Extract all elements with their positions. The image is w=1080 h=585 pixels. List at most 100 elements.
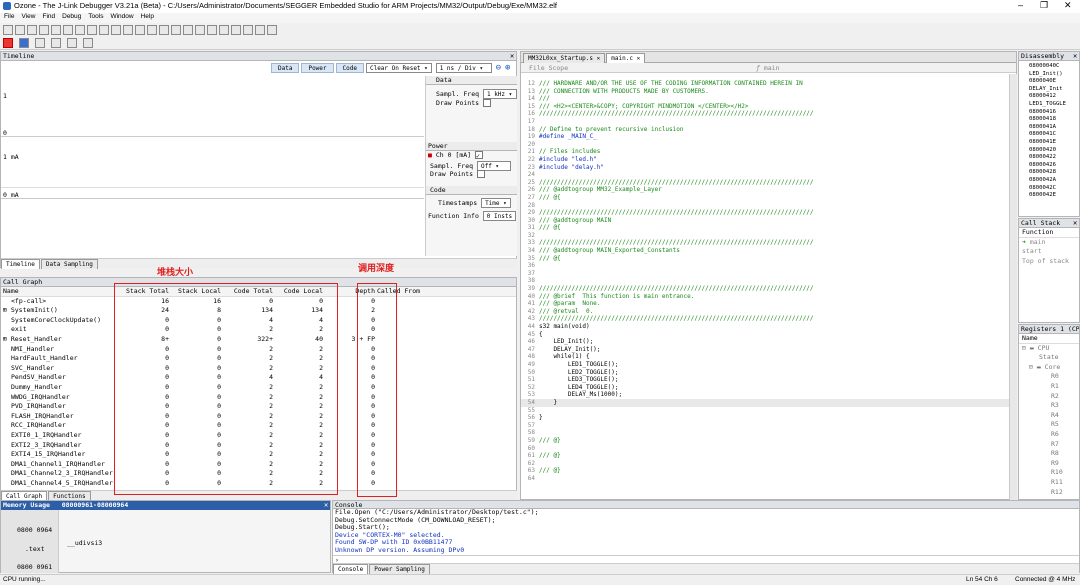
settings-icon[interactable] (267, 25, 277, 35)
tab-startup-file[interactable]: MM32L0xx_Startup.s ✕ (523, 53, 606, 63)
source-icon[interactable] (207, 25, 217, 35)
disassembly-line[interactable]: 08000426 (1029, 162, 1079, 170)
code-button[interactable]: Code (335, 63, 364, 73)
code-line[interactable]: 43 //////////////////////////////////////… (521, 315, 1009, 323)
line-number[interactable]: 25 (521, 179, 535, 187)
register-group-core[interactable]: ⊟ ▬ Core (1019, 363, 1079, 373)
undo-icon[interactable] (75, 25, 85, 35)
disassembly-line[interactable]: LED1_TOGGLE (1029, 101, 1079, 109)
timestamps-select[interactable]: Time ▾ (481, 197, 512, 208)
disassembly-line[interactable]: 08000418 (1029, 116, 1079, 124)
line-number[interactable]: 33 (521, 239, 535, 247)
register-row[interactable]: R11 (1019, 478, 1079, 488)
code-line[interactable]: 61 /// @} (521, 452, 1009, 460)
line-number[interactable]: 26 (521, 186, 535, 194)
minimize-button[interactable]: – (1018, 0, 1023, 10)
code-line[interactable]: 29 //////////////////////////////////////… (521, 209, 1009, 217)
console-icon[interactable] (195, 25, 205, 35)
code-area[interactable]: 12 /// HARDWARE AND/OR THE USE OF THE COD… (521, 80, 1009, 482)
call-stack-top[interactable]: Top of stack (1019, 257, 1079, 267)
maximize-button[interactable]: ❐ (1040, 0, 1048, 11)
line-number[interactable]: 55 (521, 407, 535, 415)
code-line[interactable]: 20 (521, 141, 1009, 149)
code-line[interactable]: 14 /// (521, 95, 1009, 103)
watch-icon[interactable] (159, 25, 169, 35)
line-number[interactable]: 38 (521, 277, 535, 285)
code-line[interactable]: 27 /// @{ (521, 194, 1009, 202)
code-line[interactable]: 35 /// @{ (521, 255, 1009, 263)
code-line[interactable]: 17 (521, 118, 1009, 126)
file-scope-select[interactable]: File Scope (529, 64, 568, 72)
line-number[interactable]: 15 (521, 103, 535, 111)
register-group-state[interactable]: State (1019, 353, 1079, 363)
register-row[interactable]: R2 (1019, 392, 1079, 402)
menu-tools[interactable]: Tools (88, 13, 103, 20)
reset-icon[interactable] (34, 38, 45, 48)
code-line[interactable]: 15 /// <H2><CENTER>&COPY; COPYRIGHT MINDM… (521, 103, 1009, 111)
code-line[interactable]: 42 /// @retval 0. (521, 308, 1009, 316)
line-number[interactable]: 16 (521, 110, 535, 118)
disassembly-line[interactable]: 08000040C (1029, 63, 1079, 71)
find-icon[interactable] (99, 25, 109, 35)
line-number[interactable]: 41 (521, 300, 535, 308)
disasm-icon[interactable] (219, 25, 229, 35)
code-line[interactable]: 63 /// @} (521, 467, 1009, 475)
code-line[interactable]: 13 /// CONNECTION WITH PRODUCTS MADE BY C… (521, 88, 1009, 96)
zoom-select[interactable]: 1 ns / Div ▾ (435, 63, 492, 73)
data-points-checkbox[interactable] (482, 98, 491, 107)
disassembly-line[interactable]: 0800041C (1029, 131, 1079, 139)
code-line[interactable]: 60 (521, 445, 1009, 453)
disassembly-line[interactable]: 08000416 (1029, 109, 1079, 117)
memory-symbol[interactable]: __udivsi3 (67, 539, 102, 547)
code-line[interactable]: 59 /// @} (521, 437, 1009, 445)
line-number[interactable]: 64 (521, 475, 535, 483)
code-line[interactable]: 12 /// HARDWARE AND/OR THE USE OF THE COD… (521, 80, 1009, 88)
line-number[interactable]: 23 (521, 164, 535, 172)
code-line[interactable]: 55 (521, 407, 1009, 415)
line-number[interactable]: 19 (521, 133, 535, 141)
open-file-icon[interactable] (15, 25, 25, 35)
disassembly-line[interactable]: 0800041A (1029, 124, 1079, 132)
disassembly-line[interactable]: 0800040E (1029, 78, 1079, 86)
cut-icon[interactable] (39, 25, 49, 35)
code-line[interactable]: 47 DELAY_Init(); (521, 346, 1009, 354)
code-line[interactable]: 45 { (521, 331, 1009, 339)
tab-timeline[interactable]: Timeline (1, 259, 40, 269)
code-line[interactable]: 34 /// @addtogroup MAIN_Exported_Constant… (521, 247, 1009, 255)
disassembly-line[interactable]: 08000420 (1029, 147, 1079, 155)
code-line[interactable]: 23 #include "delay.h" (521, 164, 1009, 172)
globals-icon[interactable] (183, 25, 193, 35)
call-stack-row[interactable]: ➜ main (1019, 238, 1079, 248)
code-line[interactable]: 33 //////////////////////////////////////… (521, 239, 1009, 247)
console-input[interactable]: › (333, 555, 1079, 564)
line-number[interactable]: 18 (521, 126, 535, 134)
power-sampl-select[interactable]: Off ▾ (476, 160, 511, 171)
code-line[interactable]: 16 //////////////////////////////////////… (521, 110, 1009, 118)
editor-scrollbar[interactable] (1009, 74, 1017, 500)
data-button[interactable]: Data (271, 63, 300, 73)
line-number[interactable]: 32 (521, 232, 535, 240)
call-graph-scrollbar[interactable] (509, 288, 517, 488)
line-number[interactable]: 63 (521, 467, 535, 475)
line-number[interactable]: 27 (521, 194, 535, 202)
menu-view[interactable]: View (21, 13, 35, 20)
line-number[interactable]: 43 (521, 315, 535, 323)
menu-file[interactable]: File (4, 13, 14, 20)
tab-main-c[interactable]: main.c ✕ (606, 53, 646, 63)
close-button[interactable]: ✕ (1064, 0, 1072, 11)
code-line[interactable]: 48 while(1) { (521, 353, 1009, 361)
save-icon[interactable] (27, 25, 37, 35)
new-file-icon[interactable] (3, 25, 13, 35)
register-row[interactable]: R4 (1019, 411, 1079, 421)
code-line[interactable]: 26 /// @addtogroup MM32_Example_Layer (521, 186, 1009, 194)
register-row[interactable]: R1 (1019, 382, 1079, 392)
redo-icon[interactable] (87, 25, 97, 35)
disassembly-line[interactable]: 0800041E (1029, 139, 1079, 147)
goto-icon[interactable] (111, 25, 121, 35)
register-row[interactable]: R8 (1019, 449, 1079, 459)
menu-find[interactable]: Find (42, 13, 55, 20)
line-number[interactable]: 62 (521, 460, 535, 468)
code-line[interactable]: 53 DELAY_Ms(1000); (521, 391, 1009, 399)
code-line[interactable]: 46 LED_Init(); (521, 338, 1009, 346)
line-number[interactable]: 31 (521, 224, 535, 232)
